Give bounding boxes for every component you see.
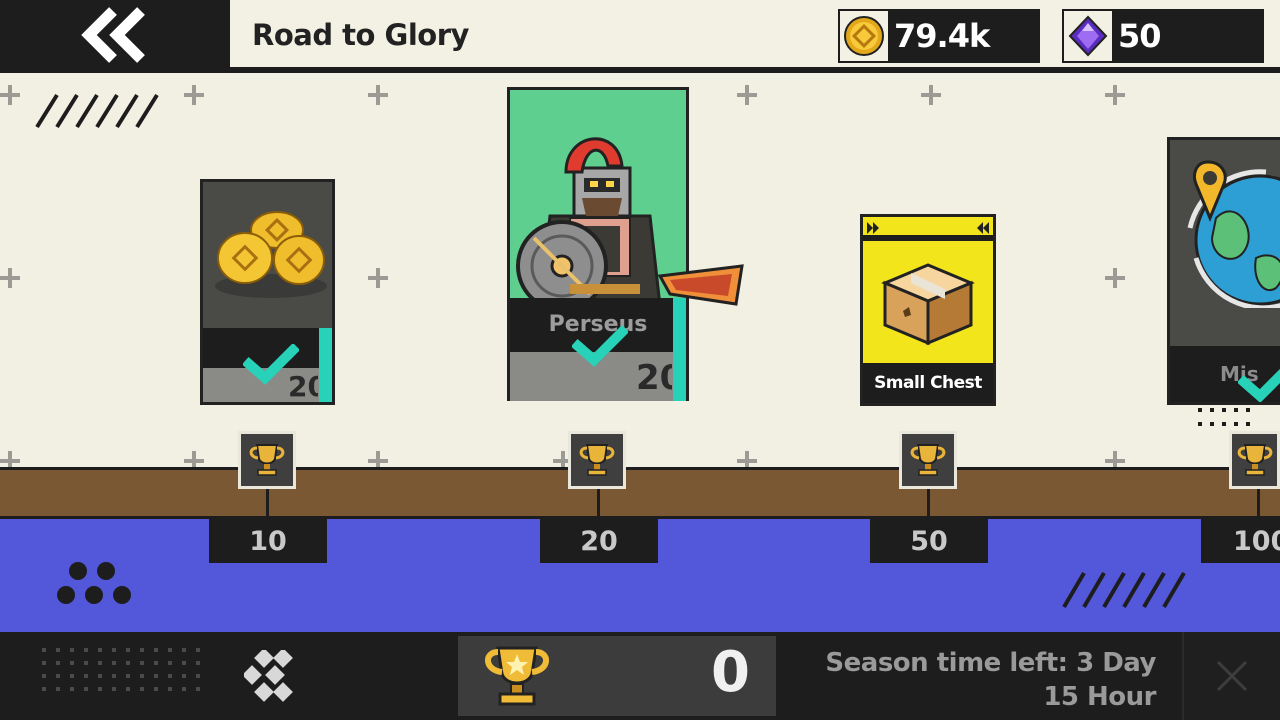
trophy-count: 0 — [711, 640, 750, 705]
trophy-icon — [910, 444, 946, 476]
milestone-trophy-20[interactable] — [568, 431, 626, 489]
reward-card-small-chest[interactable]: Small Chest — [860, 214, 996, 406]
season-time-left: Season time left: 3 Day 15 Hour — [825, 648, 1156, 712]
slash-decoration — [35, 93, 159, 129]
milestone-label: 100 — [1201, 519, 1280, 563]
milestone-label: 50 — [870, 519, 988, 563]
dots-decoration — [57, 562, 131, 604]
page-title: Road to Glory — [252, 18, 469, 52]
purple-gem-icon — [1064, 11, 1112, 61]
close-x-icon — [1216, 660, 1248, 692]
checkmark-icon — [1238, 368, 1280, 402]
close-button[interactable] — [1182, 632, 1280, 720]
coin-balance[interactable]: 79.4k — [838, 9, 1040, 63]
trophy-icon — [579, 444, 615, 476]
reward-card-coins[interactable]: 20 — [200, 179, 335, 405]
gem-value: 50 — [1118, 17, 1162, 55]
trophy-icon — [1237, 444, 1272, 476]
double-chevron-left-icon — [81, 7, 145, 63]
golden-trophy-icon — [485, 646, 549, 706]
trophy-icon — [249, 444, 285, 476]
milestone-trophy-100[interactable] — [1229, 431, 1280, 489]
reward-label: Small Chest — [874, 373, 982, 393]
checkmark-icon — [572, 326, 628, 367]
cardboard-box-icon — [881, 263, 975, 346]
milestone-label: 20 — [540, 519, 658, 563]
reward-amount: 20 — [636, 358, 672, 398]
reward-card-perseus[interactable]: Perseus 20 — [507, 87, 744, 401]
gold-coins-pile-icon — [215, 211, 327, 298]
progress-track — [0, 467, 1280, 519]
milestone-trophy-50[interactable] — [899, 431, 957, 489]
page-dots-decoration — [1198, 408, 1250, 426]
milestone-trophy-10[interactable] — [238, 431, 296, 489]
perseus-hero-portrait — [516, 137, 744, 312]
dot-grid-decoration — [42, 648, 206, 700]
gold-coin-icon — [840, 11, 888, 61]
fast-forward-arrows — [867, 222, 989, 234]
checkmark-icon — [243, 344, 299, 385]
back-button[interactable] — [0, 0, 230, 70]
gem-balance[interactable]: 50 — [1062, 9, 1264, 63]
diamond-cluster-icon — [244, 650, 293, 702]
reward-card-mission[interactable]: Mis — [1167, 137, 1280, 405]
milestone-label: 10 — [209, 519, 327, 563]
slash-decoration — [1062, 571, 1186, 609]
coin-value: 79.4k — [894, 17, 990, 55]
globe-map-pin-icon — [1187, 160, 1280, 308]
